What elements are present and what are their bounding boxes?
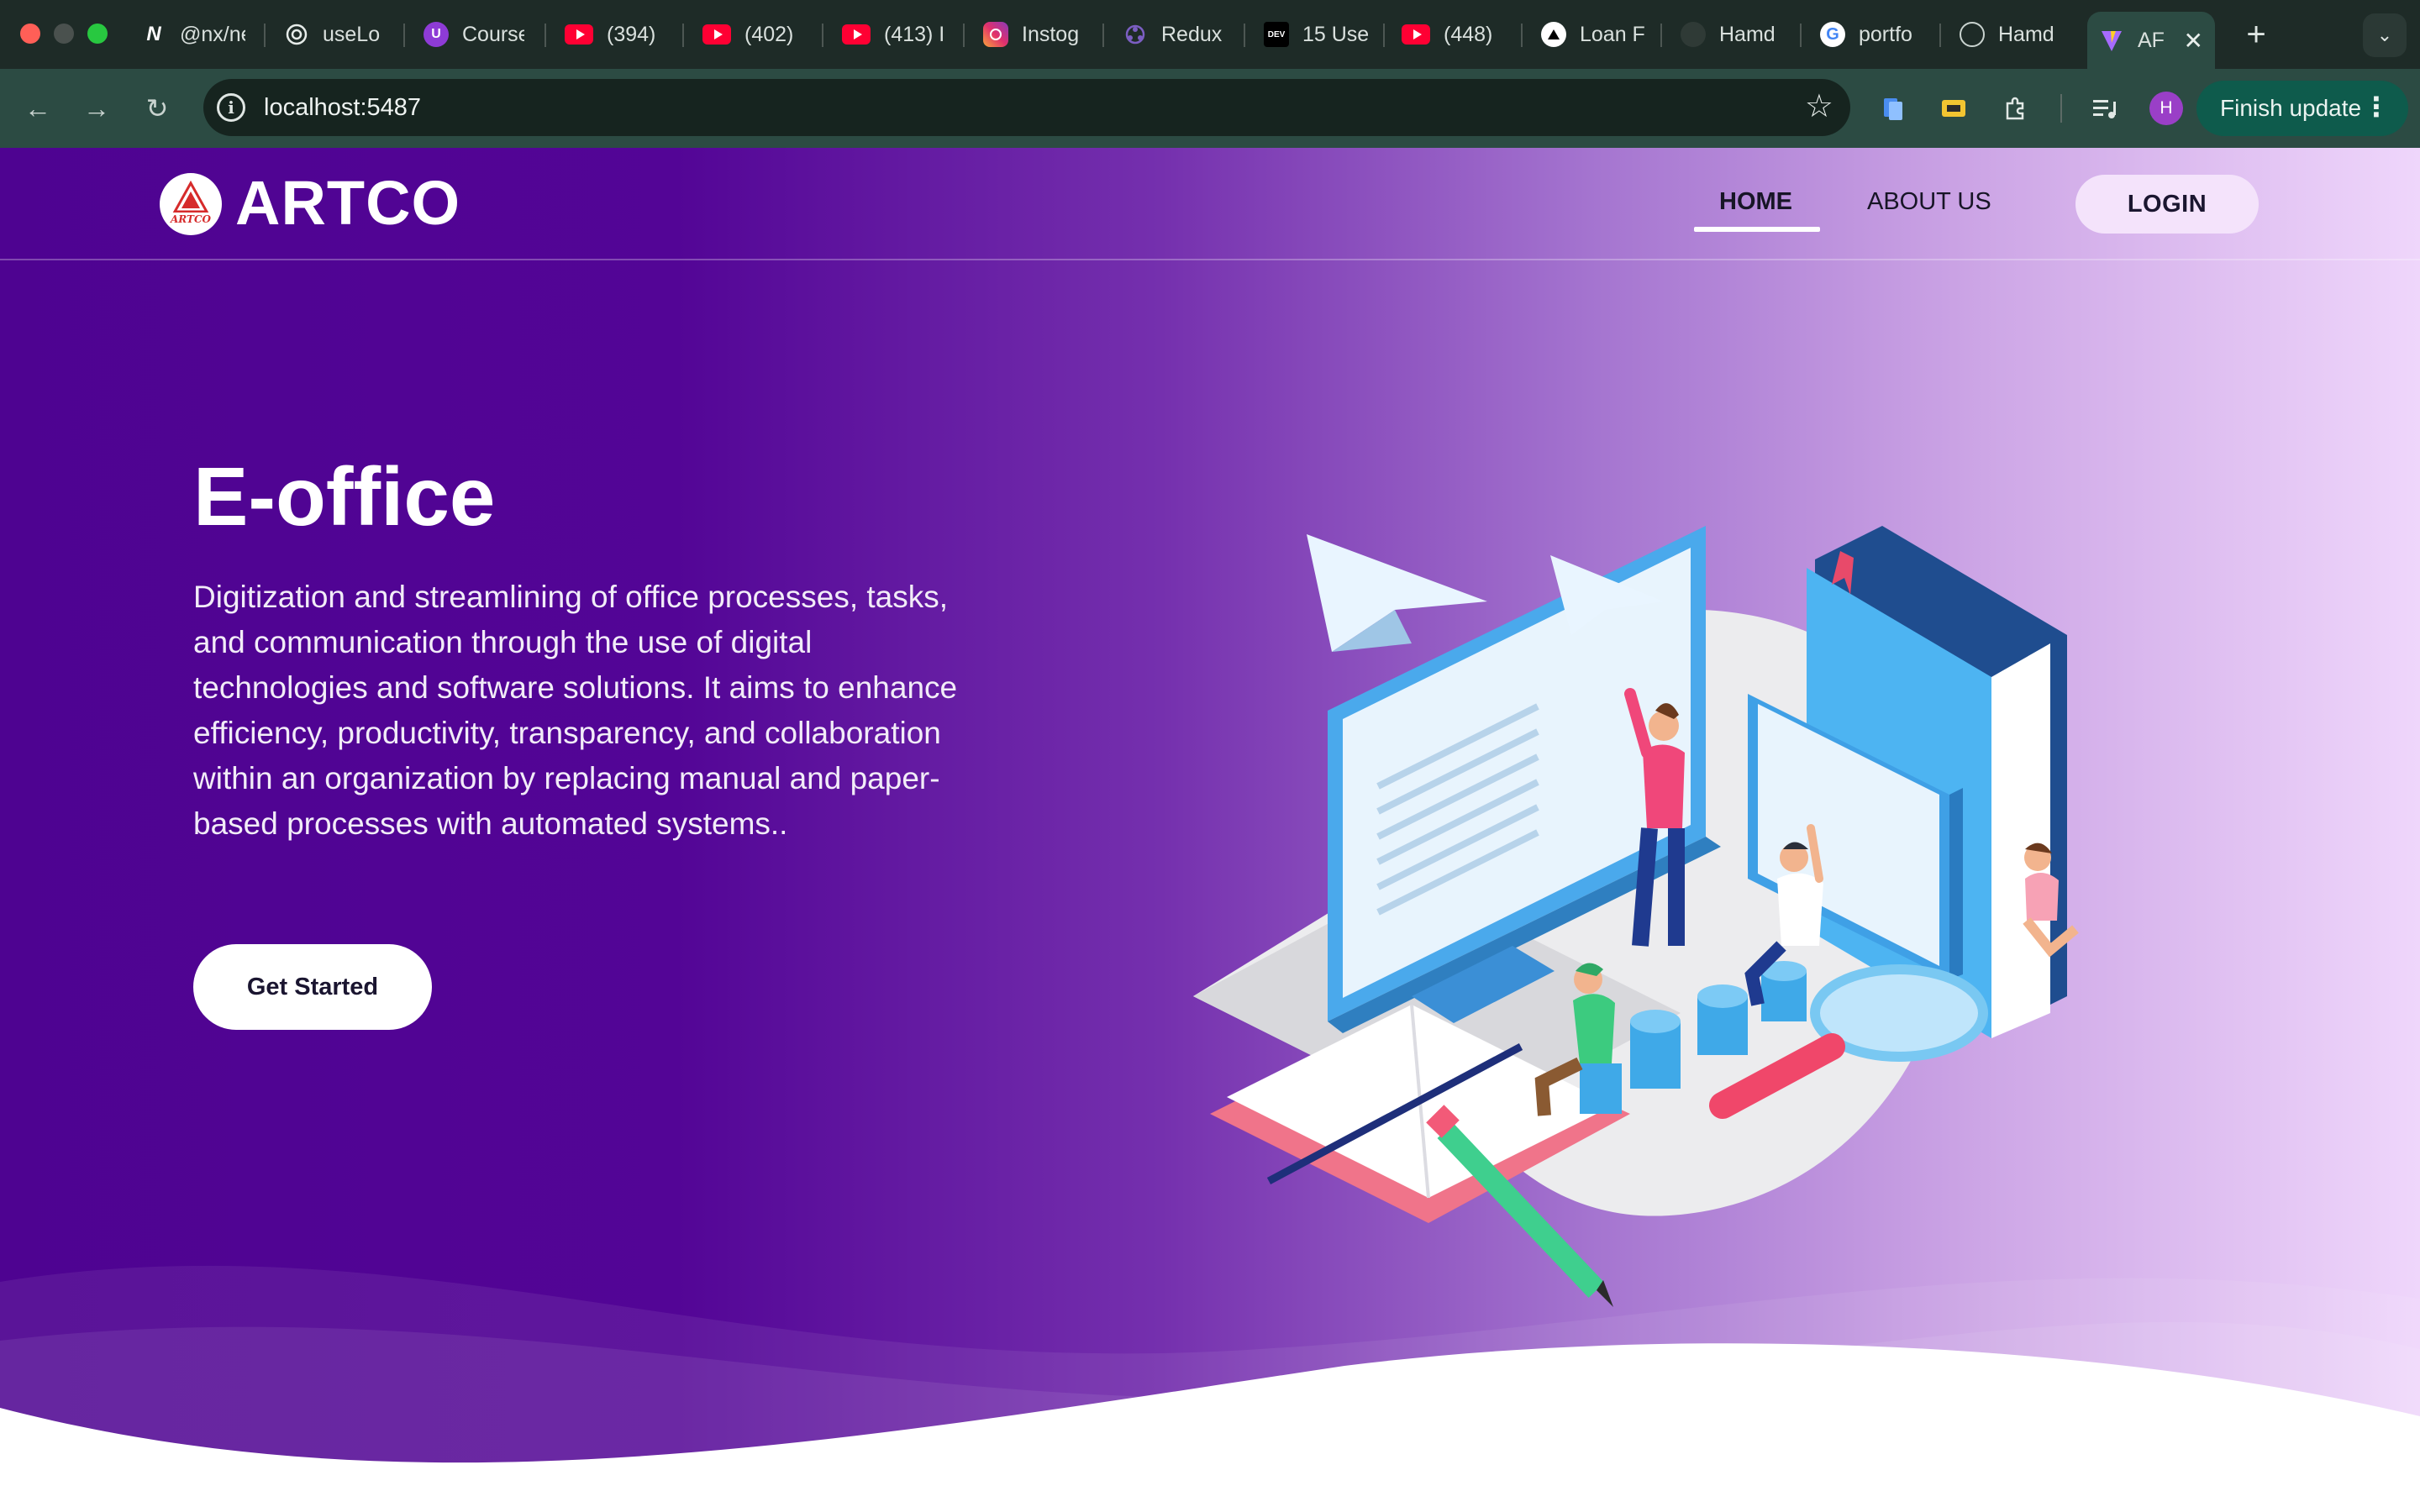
google-icon: G [1820,22,1845,47]
browser-tab[interactable]: Hamd [1960,12,2064,57]
svg-text:ARTCO: ARTCO [170,213,212,225]
forward-arrow-icon[interactable]: → [76,87,118,129]
close-tab-icon[interactable]: ✕ [2184,27,2203,55]
instagram-icon [983,22,1008,47]
extensions-puzzle-icon[interactable] [1996,89,2035,128]
hero-description: Digitization and streamlining of office … [193,580,958,841]
dev-icon: DEV [1264,22,1289,47]
browser-tab[interactable]: (402) [702,12,803,57]
extension-docs-icon[interactable] [1874,89,1912,128]
artco-logo[interactable]: ARTCO [160,173,222,235]
url-text[interactable]: localhost:5487 [264,94,421,122]
address-bar[interactable]: i localhost:5487 ☆ [203,79,1850,136]
reload-icon[interactable]: ↻ [136,87,178,129]
browser-tab[interactable]: DEV 15 Use [1264,12,1368,57]
youtube-icon [702,24,731,45]
vite-icon [2099,28,2124,53]
youtube-icon [842,24,871,45]
active-nav-indicator [1694,227,1820,232]
media-queue-icon[interactable] [2086,89,2124,128]
new-tab-button[interactable]: + [2233,12,2279,57]
browser-tab[interactable]: U Course [424,12,524,57]
nav-about-link[interactable]: ABOUT US [1867,188,1991,216]
nav-home-link[interactable]: HOME [1719,188,1792,216]
browser-tab-strip: N @nx/ne useLo U Course (394) (402) (413… [0,0,2420,69]
browser-tab[interactable]: Loan F [1541,12,1645,57]
course-icon: U [424,22,449,47]
get-started-button[interactable]: Get Started [193,944,432,1030]
profile-avatar[interactable]: H [2149,92,2183,125]
tab-search-chevron-icon[interactable]: ⌄ [2363,13,2407,57]
close-window-button[interactable] [20,24,40,44]
login-button[interactable]: LOGIN [2075,175,2259,234]
browser-tab[interactable]: (413) I [842,12,946,57]
eoffice-illustration [1193,526,2079,1307]
globe-icon [1960,22,1985,47]
browser-tab[interactable]: Instog [983,12,1087,57]
openai-icon [284,22,309,47]
hero-title: E-office [193,450,496,543]
browser-tab[interactable]: (448) [1402,12,1506,57]
browser-tab[interactable]: Redux [1123,12,1227,57]
finish-update-button[interactable]: Finish update ⋮ [2196,81,2408,136]
back-arrow-icon[interactable]: ← [17,87,59,129]
bookmark-star-icon[interactable]: ☆ [1805,87,1833,125]
nx-icon: N [146,23,161,45]
wave-decoration [0,1265,2420,1512]
extension-keyboard-icon[interactable] [1934,89,1973,128]
redux-icon [1123,22,1148,47]
youtube-icon [565,24,593,45]
site-header: ARTCO ARTCO HOME ABOUT US LOGIN [0,148,2420,260]
more-menu-icon[interactable]: ⋮ [2363,91,2390,123]
browser-tab[interactable]: G portfo [1820,12,1924,57]
minimize-window-button[interactable] [54,24,74,44]
brand-name[interactable]: ARTCO [235,170,460,237]
vercel-icon [1541,22,1566,47]
landing-page: ARTCO ARTCO HOME ABOUT US LOGIN E-office… [0,148,2420,1512]
site-info-icon[interactable]: i [217,93,245,122]
browser-tab-active[interactable]: AF ✕ [2087,12,2215,69]
browser-toolbar: ← → ↻ i localhost:5487 ☆ H Finish update… [0,69,2420,148]
browser-tab[interactable]: Hamd [1681,12,1785,57]
github-icon [1681,22,1706,47]
youtube-icon [1402,24,1430,45]
browser-tab[interactable]: (394) [565,12,666,57]
browser-tab[interactable]: useLo [284,12,388,57]
browser-tab[interactable]: N @nx/ne [141,12,245,57]
zoom-window-button[interactable] [87,24,108,44]
